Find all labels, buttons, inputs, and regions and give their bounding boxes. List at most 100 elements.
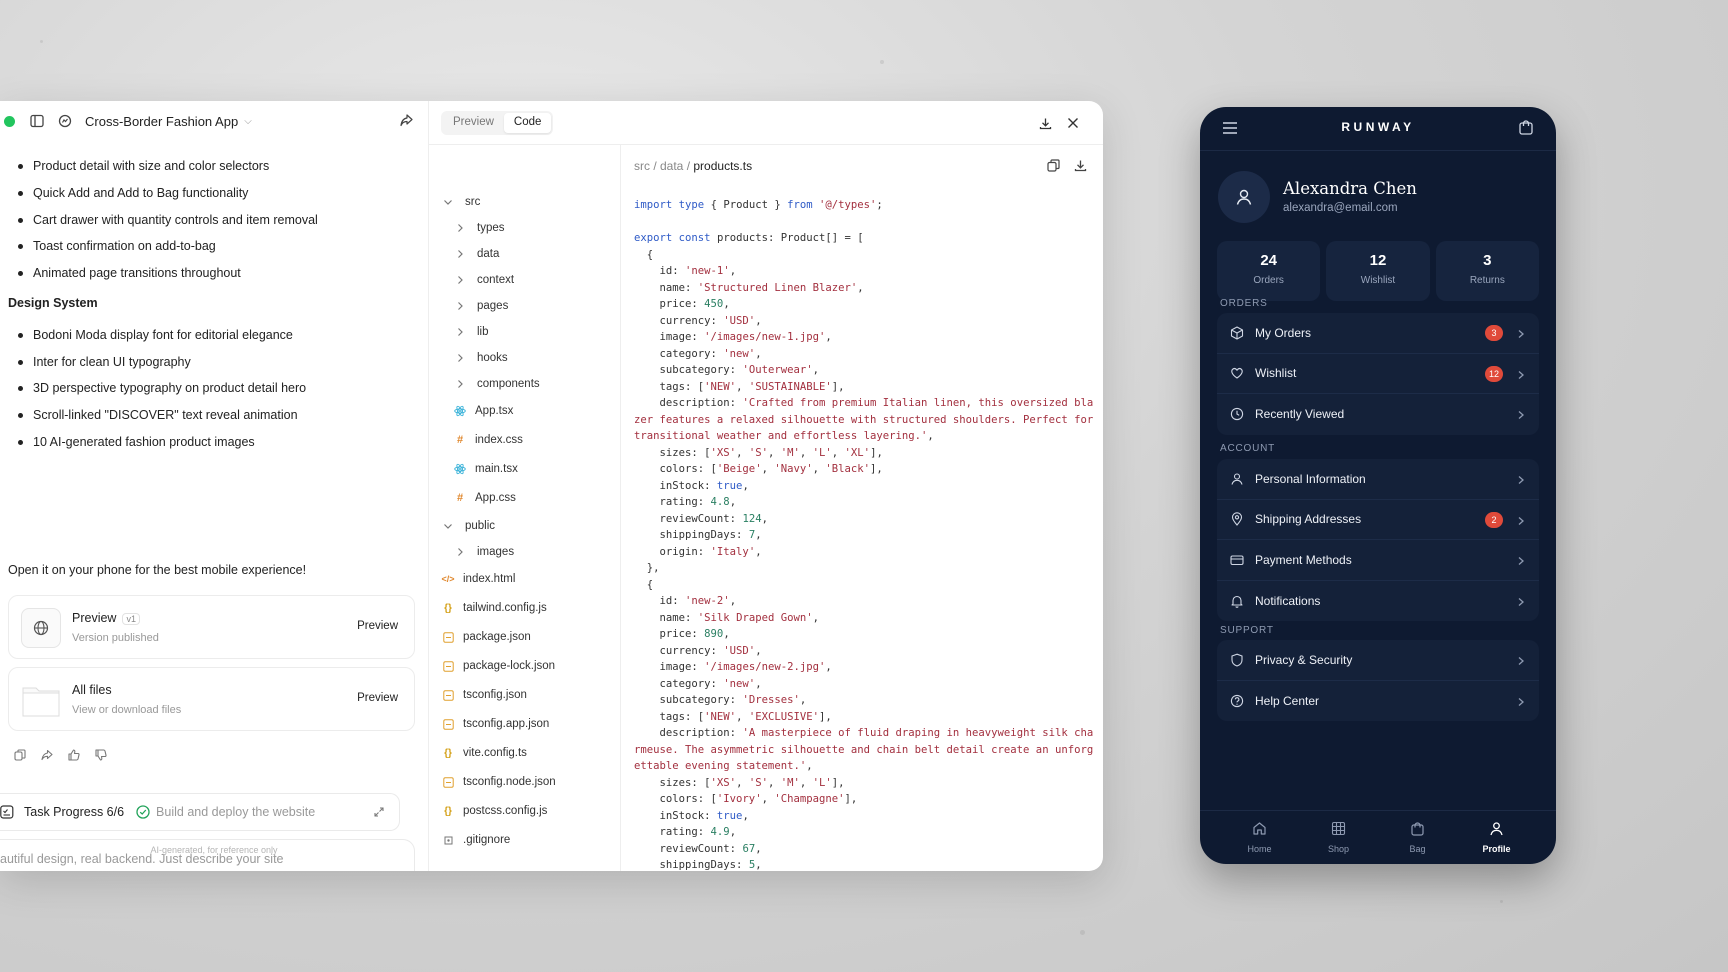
menu-item-shipping-addresses[interactable]: Shipping Addresses 2 (1217, 500, 1539, 540)
code-line: shippingDays: 5, (634, 859, 762, 871)
tree-item-app-tsx[interactable]: App.tsx (453, 404, 513, 418)
tab-preview[interactable]: Preview (443, 113, 504, 133)
tree-item-gitignore[interactable]: .gitignore (441, 833, 510, 847)
menu-item-label: Help Center (1255, 693, 1320, 708)
thumbs-up-icon[interactable] (66, 747, 82, 763)
map-pin-icon (1229, 511, 1245, 527)
menu-item-recently-viewed[interactable]: Recently Viewed (1217, 394, 1539, 435)
card-title: All files (72, 683, 112, 697)
chevron-right-icon (453, 377, 467, 391)
share-icon[interactable] (39, 747, 55, 763)
check-circle-icon (136, 805, 150, 819)
tree-item-package-lock-json[interactable]: package-lock.json (441, 659, 555, 673)
preview-card[interactable]: Preview v1 Version published Preview (8, 595, 415, 659)
share-icon[interactable] (399, 113, 414, 133)
code-content[interactable]: import type { Product } from '@/types'; … (634, 197, 1094, 871)
menu-item-personal-information[interactable]: Personal Information (1217, 459, 1539, 500)
tree-item-public[interactable]: public (441, 519, 495, 533)
chevron-right-icon (1517, 653, 1525, 671)
card-subtitle: Version published (72, 632, 159, 644)
code-line: origin: 'Italy', (634, 545, 762, 558)
tree-item-postcss-config-js[interactable]: {} postcss.config.js (441, 804, 547, 818)
menu-item-payment-methods[interactable]: Payment Methods (1217, 540, 1539, 581)
tree-item-label: package-lock.json (463, 660, 556, 672)
tree-item-package-json[interactable]: package.json (441, 630, 531, 644)
close-icon[interactable] (1065, 115, 1081, 131)
tree-item-label: index.css (475, 434, 523, 446)
task-progress-bar[interactable]: Task Progress 6/6 Build and deploy the w… (0, 793, 400, 831)
brand-logo[interactable]: RUNWAY (1200, 120, 1556, 134)
tree-item-index-html[interactable]: </> index.html (441, 572, 515, 586)
tab-bag[interactable]: Bag (1388, 811, 1448, 864)
menu-item-privacy-security[interactable]: Privacy & Security (1217, 640, 1539, 681)
profile-icon (1489, 821, 1504, 841)
tree-item-pages[interactable]: pages (453, 299, 508, 313)
tab-shop[interactable]: Shop (1309, 811, 1369, 864)
tree-item-tsconfig-json[interactable]: tsconfig.json (441, 688, 527, 702)
tree-item-vite-config-ts[interactable]: {} vite.config.ts (441, 746, 527, 760)
tab-home[interactable]: Home (1230, 811, 1290, 864)
tree-item-label: types (477, 222, 505, 234)
tree-item-components[interactable]: components (453, 377, 540, 391)
bag-icon[interactable] (1518, 119, 1534, 140)
files-card[interactable]: All files View or download files Preview (8, 667, 415, 731)
menu-item-wishlist[interactable]: Wishlist 12 (1217, 354, 1539, 394)
stat-value: 24 (1260, 252, 1277, 269)
tree-item-label: main.tsx (475, 463, 518, 475)
copy-icon[interactable] (12, 747, 28, 763)
code-line: inStock: true, (634, 809, 749, 822)
stat-wishlist[interactable]: 12 Wishlist (1326, 241, 1430, 301)
project-title[interactable]: Cross-Border Fashion App (85, 114, 238, 129)
code-line: reviewCount: 67, (634, 842, 762, 855)
list-item: Product detail with size and color selec… (8, 153, 418, 180)
tree-item-images[interactable]: images (453, 545, 514, 559)
tree-item-app-css[interactable]: # App.css (453, 491, 516, 505)
tree-item-tsconfig-app-json[interactable]: tsconfig.app.json (441, 717, 549, 731)
tree-item-tsconfig-node-json[interactable]: tsconfig.node.json (441, 775, 556, 789)
code-line: colors: ['Ivory', 'Champagne'], (634, 793, 858, 805)
tree-item-label: hooks (477, 352, 508, 364)
code-line: name: 'Silk Draped Gown', (634, 611, 819, 624)
tree-item-label: vite.config.ts (463, 747, 527, 759)
copy-icon[interactable] (1047, 159, 1060, 177)
tree-item-label: context (477, 274, 515, 286)
files-preview-button[interactable]: Preview (351, 688, 404, 708)
tree-item-data[interactable]: data (453, 247, 499, 261)
download-icon[interactable] (1037, 115, 1053, 131)
menu-item-notifications[interactable]: Notifications (1217, 581, 1539, 622)
code-line: inStock: true, (634, 479, 749, 492)
preview-button[interactable]: Preview (351, 616, 404, 636)
tree-item-lib[interactable]: lib (453, 325, 489, 339)
menu-group-account: Personal Information Shipping Addresses 2 P… (1217, 459, 1539, 621)
card-subtitle: View or download files (72, 704, 182, 716)
thumbs-down-icon[interactable] (93, 747, 109, 763)
tree-item-main-tsx[interactable]: main.tsx (453, 462, 518, 476)
chevron-down-icon[interactable]: ⌵ (244, 116, 252, 127)
collapse-icon[interactable] (373, 805, 385, 823)
chat-composer[interactable]: autiful design, real backend. Just descr… (0, 839, 415, 871)
menu-item-my-orders[interactable]: My Orders 3 (1217, 313, 1539, 354)
chat-icon[interactable] (57, 113, 73, 129)
tree-item-types[interactable]: types (453, 221, 505, 235)
tree-item-src[interactable]: src (441, 195, 480, 209)
avatar[interactable] (1218, 171, 1270, 223)
task-description: Build and deploy the website (156, 805, 316, 819)
tree-item-hooks[interactable]: hooks (453, 351, 508, 365)
json-file-icon (441, 775, 455, 789)
tree-item-context[interactable]: context (453, 273, 514, 287)
count-badge: 12 (1484, 365, 1503, 382)
tab-profile[interactable]: Profile (1467, 811, 1527, 864)
js-file-icon: {} (444, 602, 452, 614)
breadcrumb-dirs[interactable]: src / data / (634, 159, 690, 173)
download-icon[interactable] (1074, 159, 1087, 177)
tab-code[interactable]: Code (503, 113, 552, 133)
count-badge: 2 (1485, 511, 1503, 528)
tree-item-tailwind-config-js[interactable]: {} tailwind.config.js (441, 601, 547, 615)
tree-item-index-css[interactable]: # index.css (453, 433, 523, 447)
tree-item-label: tsconfig.node.json (463, 776, 556, 788)
menu-item-help-center[interactable]: Help Center (1217, 681, 1539, 722)
stat-orders[interactable]: 24 Orders (1217, 241, 1321, 301)
stat-returns[interactable]: 3 Returns (1435, 241, 1539, 301)
menu-group-support: Privacy & Security Help Center (1217, 640, 1539, 721)
sidebar-toggle-icon[interactable] (29, 113, 45, 129)
